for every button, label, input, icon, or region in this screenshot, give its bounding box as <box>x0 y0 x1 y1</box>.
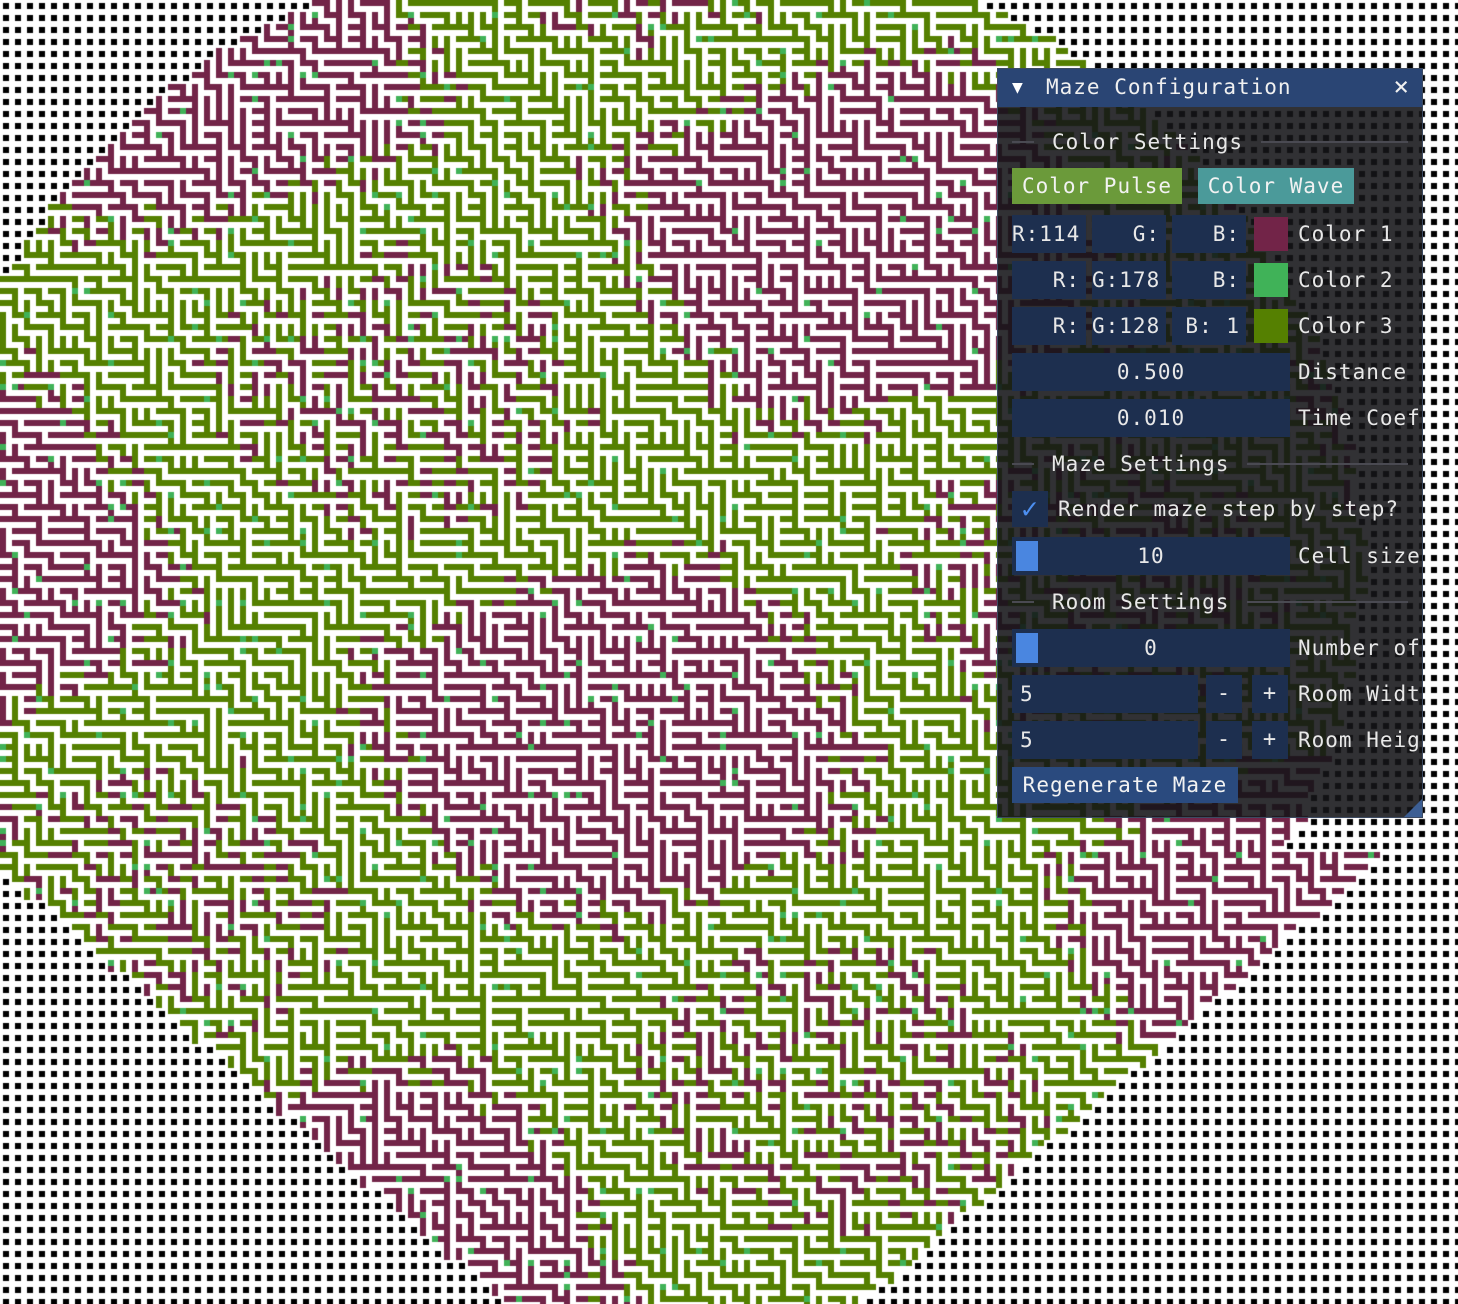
color-1-label: Color 1 <box>1298 222 1394 246</box>
color-1-r-field[interactable]: R:114 <box>1012 215 1086 253</box>
cell-size-slider-grab[interactable] <box>1016 541 1038 571</box>
color-wave-button[interactable]: Color Wave <box>1198 168 1354 204</box>
color-1-swatch[interactable] <box>1254 217 1288 251</box>
room-width-label: Room Widt <box>1298 682 1421 706</box>
room-height-plus-button[interactable]: + <box>1252 721 1288 759</box>
color-2-r-field[interactable]: R: 64 <box>1012 261 1086 330</box>
color-2-swatch[interactable] <box>1254 263 1288 297</box>
regenerate-maze-button[interactable]: Regenerate Maze <box>1012 767 1238 803</box>
resize-grip-icon[interactable] <box>1404 799 1422 817</box>
triangle-down-icon[interactable]: ▼ <box>1012 77 1024 98</box>
color-settings-header: Color Settings <box>1052 130 1244 154</box>
maze-configuration-window[interactable]: ▼ Maze Configuration × Color Settings Co… <box>997 68 1423 818</box>
window-title: Maze Configuration <box>1046 75 1292 99</box>
room-width-plus-button[interactable]: + <box>1252 675 1288 713</box>
color-3-r-field[interactable]: R: 85 <box>1012 307 1086 376</box>
maze-settings-separator: Maze Settings <box>1012 451 1408 477</box>
time-coef-slider[interactable]: 0.010 <box>1012 399 1290 437</box>
color-3-b-field[interactable]: B: 1 <box>1172 307 1246 345</box>
room-settings-header: Room Settings <box>1052 590 1230 614</box>
color-pulse-button[interactable]: Color Pulse <box>1012 168 1182 204</box>
color-1-g-field[interactable]: G: 36 <box>1092 215 1166 284</box>
room-settings-separator: Room Settings <box>1012 589 1408 615</box>
color-3-label: Color 3 <box>1298 314 1394 338</box>
color-1-b-field[interactable]: B: 72 <box>1172 215 1246 284</box>
color-settings-separator: Color Settings <box>1012 129 1408 155</box>
time-coef-label: Time Coef <box>1298 406 1421 430</box>
maze-settings-header: Maze Settings <box>1052 452 1230 476</box>
room-width-input[interactable]: 5 <box>1012 675 1198 713</box>
room-number-slider[interactable]: 0 <box>1012 629 1290 667</box>
cell-size-label: Cell size <box>1298 544 1421 568</box>
room-width-minus-button[interactable]: - <box>1206 675 1242 713</box>
step-by-step-checkbox[interactable]: ✓ <box>1012 491 1048 527</box>
distance-label: Distance <box>1298 360 1408 384</box>
cell-size-value: 10 <box>1137 544 1165 568</box>
room-height-input[interactable]: 5 <box>1012 721 1198 759</box>
room-height-label: Room Heig <box>1298 728 1421 752</box>
room-height-minus-button[interactable]: - <box>1206 721 1242 759</box>
color-2-g-field[interactable]: G:178 <box>1092 261 1166 299</box>
color-3-g-field[interactable]: G:128 <box>1092 307 1166 345</box>
color-2-b-field[interactable]: B: 88 <box>1172 261 1246 330</box>
close-icon[interactable]: × <box>1393 72 1410 102</box>
color-3-swatch[interactable] <box>1254 309 1288 343</box>
room-number-slider-grab[interactable] <box>1016 633 1038 663</box>
color-2-label: Color 2 <box>1298 268 1394 292</box>
checkmark-icon: ✓ <box>1021 492 1039 525</box>
room-number-value: 0 <box>1144 636 1158 660</box>
window-titlebar[interactable]: ▼ Maze Configuration × <box>998 69 1422 107</box>
cell-size-slider[interactable]: 10 <box>1012 537 1290 575</box>
step-by-step-label: Render maze step by step? <box>1058 497 1400 521</box>
room-number-label: Number of <box>1298 636 1421 660</box>
distance-slider[interactable]: 0.500 <box>1012 353 1290 391</box>
